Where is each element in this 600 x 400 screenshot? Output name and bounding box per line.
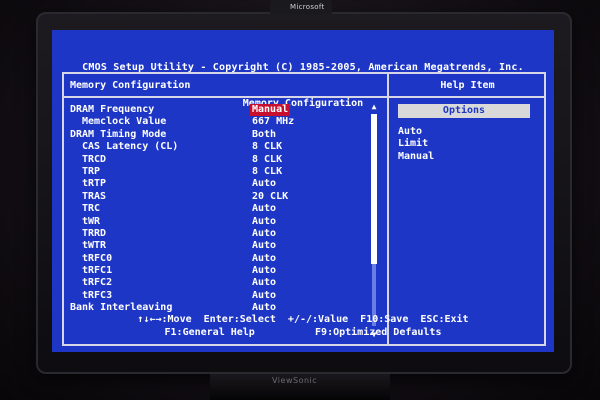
- setting-label: tRFC0: [82, 252, 113, 264]
- setting-row[interactable]: TRCD 8 CLK: [70, 154, 380, 166]
- setting-value[interactable]: 667 MHz: [252, 116, 294, 128]
- setting-value[interactable]: Auto: [252, 216, 276, 228]
- section-title: Memory Configuration: [70, 80, 191, 91]
- setting-value[interactable]: 8 CLK: [252, 154, 282, 166]
- setting-row[interactable]: Bank Interleaving Auto: [70, 302, 380, 314]
- setting-row[interactable]: Memclock Value 667 MHz: [70, 116, 380, 128]
- scroll-up-arrow-icon[interactable]: ▲: [369, 102, 379, 112]
- key-help-footer: ↑↓←→:Move Enter:Select +/-/:Value F10:Sa…: [52, 314, 554, 340]
- setting-label: DRAM Frequency: [70, 104, 155, 115]
- setting-row[interactable]: tRFC2 Auto: [70, 277, 380, 289]
- setting-label: tRTP: [82, 178, 107, 190]
- webcam-brand: Microsoft: [290, 3, 325, 11]
- setting-row[interactable]: CAS Latency (CL) 8 CLK: [70, 141, 380, 153]
- setting-label: Bank Interleaving: [70, 302, 173, 314]
- setting-label: TRC: [82, 203, 101, 215]
- setting-value[interactable]: Auto: [252, 290, 276, 302]
- setting-value[interactable]: Auto: [252, 253, 276, 265]
- setting-label: TRCD: [82, 153, 107, 165]
- setting-row[interactable]: DRAM Timing Mode Both: [70, 129, 380, 141]
- setting-value[interactable]: Both: [252, 129, 276, 141]
- setting-label: TRRD: [82, 227, 107, 239]
- setting-label: Memclock Value: [82, 116, 167, 128]
- setting-row[interactable]: tRFC3 Auto: [70, 290, 380, 302]
- setting-row[interactable]: TRRD Auto: [70, 228, 380, 240]
- setting-label: CAS Latency (CL): [82, 141, 179, 153]
- setting-label: tWR: [82, 215, 101, 227]
- setting-value[interactable]: Auto: [252, 228, 276, 240]
- setting-value[interactable]: Auto: [252, 178, 276, 190]
- panel-divider: [387, 74, 389, 344]
- key-help-line-1: ↑↓←→:Move Enter:Select +/-/:Value F10:Sa…: [137, 314, 469, 325]
- setting-value[interactable]: Auto: [252, 302, 276, 314]
- section-divider: [64, 96, 387, 98]
- setting-row[interactable]: TRP 8 CLK: [70, 166, 380, 178]
- bios-frame: Memory Configuration DRAM Frequency Manua…: [62, 72, 546, 346]
- setting-row[interactable]: tRTP Auto: [70, 178, 380, 190]
- options-list: Auto Limit Manual: [398, 126, 434, 163]
- setting-value[interactable]: 8 CLK: [252, 141, 282, 153]
- setting-value[interactable]: Auto: [252, 240, 276, 252]
- setting-value[interactable]: Auto: [252, 203, 276, 215]
- setting-label: DRAM Timing Mode: [70, 128, 167, 140]
- setting-value[interactable]: 20 CLK: [252, 191, 288, 203]
- setting-row[interactable]: TRC Auto: [70, 203, 380, 215]
- option-item[interactable]: Auto: [398, 126, 434, 138]
- help-divider: [389, 96, 546, 98]
- option-item[interactable]: Manual: [398, 151, 434, 163]
- setting-value[interactable]: 8 CLK: [252, 166, 282, 178]
- help-title: Help Item: [440, 80, 495, 91]
- setting-value[interactable]: Auto: [252, 265, 276, 277]
- setting-row[interactable]: DRAM Frequency Manual: [70, 104, 380, 116]
- setting-label: tRFC1: [82, 265, 113, 277]
- setting-row[interactable]: tWR Auto: [70, 216, 380, 228]
- monitor-brand: ViewSonic: [272, 376, 318, 385]
- setting-label: TRAS: [82, 190, 107, 202]
- options-header: Options: [398, 104, 530, 118]
- scrollbar-thumb[interactable]: [371, 114, 377, 264]
- setting-row[interactable]: tRFC0 Auto: [70, 253, 380, 265]
- setting-row[interactable]: tRFC1 Auto: [70, 265, 380, 277]
- setting-row[interactable]: TRAS 20 CLK: [70, 191, 380, 203]
- setting-label: tRFC3: [82, 289, 113, 301]
- setting-value[interactable]: Manual: [250, 104, 291, 116]
- settings-list: DRAM Frequency Manual Memclock Value 667 MH…: [70, 104, 380, 315]
- option-item[interactable]: Limit: [398, 138, 434, 150]
- setting-row[interactable]: tWTR Auto: [70, 240, 380, 252]
- bios-screen: CMOS Setup Utility - Copyright (C) 1985-…: [52, 30, 554, 352]
- setting-value[interactable]: Auto: [252, 277, 276, 289]
- setting-label: TRP: [82, 165, 101, 177]
- setting-label: tWTR: [82, 240, 107, 252]
- scrollbar[interactable]: ▲ ▼: [369, 102, 379, 340]
- setting-label: tRFC2: [82, 277, 113, 289]
- key-help-line-2: F1:General Help F9:Optimized Defaults: [164, 327, 442, 338]
